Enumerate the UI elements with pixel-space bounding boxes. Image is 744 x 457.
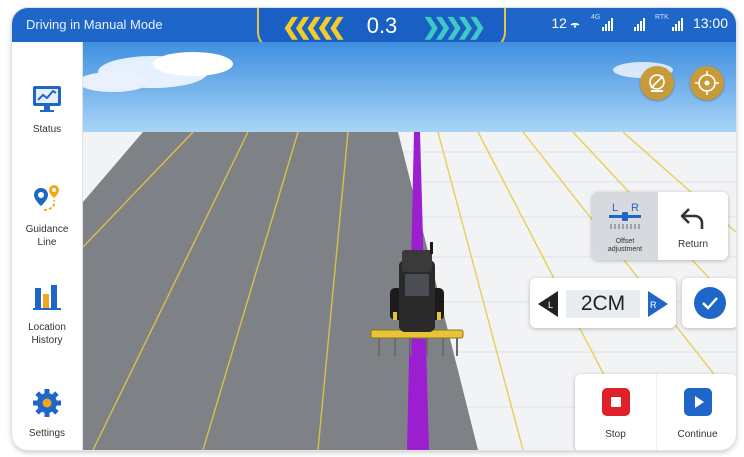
return-button[interactable]: Return bbox=[658, 192, 728, 260]
clock: 13:00 bbox=[692, 15, 728, 31]
rtk-signal-icon: RTK bbox=[654, 14, 683, 31]
offset-stepper: L 2CM R bbox=[530, 278, 676, 328]
confirm-panel bbox=[682, 278, 736, 328]
gear-icon bbox=[33, 389, 61, 417]
cellular-4g-signal-icon: 4G bbox=[590, 14, 613, 31]
monitor-chart-icon bbox=[33, 86, 61, 112]
top-status-bar: Driving in Manual Mode ❮❮❮❮❮ 0.3 ❯❯❯❯❯ 1… bbox=[12, 8, 736, 50]
step-left-letter: L bbox=[548, 300, 553, 310]
crosshair-icon bbox=[695, 71, 719, 95]
sidebar-item-status[interactable]: Status bbox=[12, 84, 82, 136]
sidebar-item-label: Location History bbox=[28, 322, 66, 346]
sidebar: Status Guidance Line Location History Se… bbox=[12, 42, 83, 450]
signal-tag-4g: 4G bbox=[590, 14, 601, 21]
sidebar-item-settings[interactable]: Settings bbox=[12, 388, 82, 440]
device-screen: Driving in Manual Mode ❮❮❮❮❮ 0.3 ❯❯❯❯❯ 1… bbox=[12, 8, 736, 450]
driving-mode-label: Driving in Manual Mode bbox=[26, 17, 163, 32]
bar-chart-icon bbox=[33, 285, 61, 310]
offset-adjustment-button[interactable]: L R Offset adjustment bbox=[592, 192, 658, 260]
continue-button[interactable]: Continue bbox=[656, 374, 736, 450]
continue-label: Continue bbox=[677, 429, 718, 440]
sidebar-item-guidance-line[interactable]: Guidance Line bbox=[12, 184, 82, 249]
signal-tag-rtk: RTK bbox=[654, 14, 669, 21]
checkmark-icon bbox=[702, 297, 718, 310]
offset-adjustment-icon: L R bbox=[609, 202, 641, 229]
arrow-left-icon: L bbox=[538, 291, 558, 317]
offset-icon-r: R bbox=[631, 202, 639, 214]
route-pin-icon bbox=[34, 185, 59, 211]
play-icon bbox=[684, 388, 712, 416]
offset-adjustment-label: Offset adjustment bbox=[607, 238, 643, 253]
offset-icon-l: L bbox=[612, 202, 618, 214]
status-indicators: 12 4G RTK 13:00 bbox=[551, 14, 728, 31]
satellite-icon bbox=[570, 22, 580, 28]
lateral-offset-value: 0.3 bbox=[366, 13, 398, 38]
recenter-button[interactable] bbox=[690, 66, 724, 100]
satellite-status: 12 bbox=[551, 15, 581, 31]
satellite-count: 12 bbox=[551, 15, 567, 31]
cellular-signal-icon bbox=[623, 15, 645, 31]
offset-return-panel: L R Offset adjustment Return bbox=[592, 192, 728, 260]
sidebar-item-label: Guidance Line bbox=[25, 224, 69, 248]
confirm-button[interactable] bbox=[694, 287, 726, 319]
stop-icon bbox=[602, 388, 630, 416]
sidebar-item-location-history[interactable]: Location History bbox=[12, 282, 82, 347]
left-deviation-chevrons-icon: ❮❮❮❮❮ bbox=[282, 14, 346, 39]
stop-button[interactable]: Stop bbox=[575, 374, 656, 450]
right-deviation-chevrons-icon: ❯❯❯❯❯ bbox=[422, 14, 486, 39]
step-right-letter: R bbox=[650, 300, 657, 310]
sidebar-item-label: Status bbox=[32, 124, 62, 135]
return-arrow-icon bbox=[680, 208, 704, 229]
arrow-right-icon: R bbox=[648, 291, 668, 317]
sidebar-item-label: Settings bbox=[28, 428, 66, 439]
map-layer-icon bbox=[649, 74, 665, 92]
step-left-button[interactable]: L bbox=[538, 291, 560, 317]
offset-step-value: 2CM bbox=[566, 290, 640, 318]
stop-label: Stop bbox=[605, 429, 626, 440]
action-panel: Stop Continue bbox=[575, 374, 736, 450]
map-layer-button[interactable] bbox=[640, 66, 674, 100]
return-label: Return bbox=[677, 239, 708, 250]
step-right-button[interactable]: R bbox=[646, 291, 668, 317]
